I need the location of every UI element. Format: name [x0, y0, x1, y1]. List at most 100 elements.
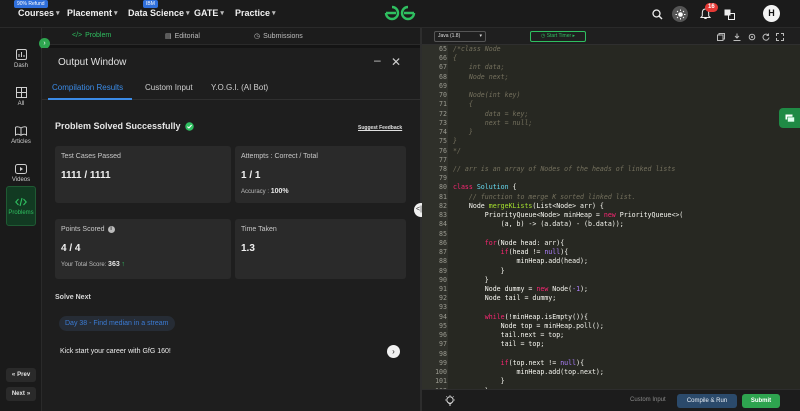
promo-arrow-button[interactable]: › [387, 345, 400, 358]
code-token: Node next; [453, 72, 509, 81]
download-icon[interactable] [732, 32, 741, 41]
translate-icon[interactable] [721, 6, 737, 22]
code-line[interactable]: 71 { [422, 100, 800, 109]
code-line[interactable]: 72 data = key; [422, 110, 800, 119]
points-label: Points Scored [61, 226, 105, 233]
tab-custom-input[interactable]: Custom Input [145, 83, 193, 92]
nav-practice[interactable]: Practice ▾ [235, 8, 276, 18]
code-line[interactable]: 100 minHeap.add(top.next); [422, 368, 800, 377]
code-line[interactable]: 78 // arr is an array of Nodes of the hea… [422, 165, 800, 174]
start-timer-button[interactable]: ◷ Start Timer ▸ [530, 31, 586, 42]
tab-compilation-results[interactable]: Compilation Results [52, 83, 123, 92]
tab-submissions[interactable]: ◷ Submissions [254, 32, 303, 41]
code-token: null [560, 358, 577, 367]
lightbulb-icon[interactable] [444, 395, 456, 407]
code-text: (a, b) -> (a.data) - (b.data)); [453, 220, 624, 229]
code-line[interactable]: 91 Node dummy = new Node(-1); [422, 285, 800, 294]
code-line[interactable]: 80 class Solution { [422, 183, 800, 192]
code-token: Node top = minHeap.poll(); [453, 321, 604, 330]
language-select[interactable]: Java (1.8) ▾ [434, 31, 486, 42]
code-line[interactable]: 70 Node(int key) [422, 91, 800, 100]
copy-icon[interactable] [716, 32, 725, 41]
info-icon[interactable]: i [107, 226, 115, 233]
code-line[interactable]: 77 [422, 156, 800, 165]
code-line[interactable]: 85 [422, 230, 800, 239]
tab-editorial[interactable]: ▤ Editorial [165, 32, 200, 41]
code-line[interactable]: 67 int data; [422, 63, 800, 72]
code-line[interactable]: 89 } [422, 267, 800, 276]
code-line[interactable]: 73 next = null; [422, 119, 800, 128]
sidebar-item-all[interactable]: All [6, 78, 36, 116]
code-line[interactable]: 97 tail = top; [422, 340, 800, 349]
code-area[interactable]: 65/*class Node 66{67 int data; 68 Node nex… [422, 45, 800, 389]
code-line[interactable]: 99 if(top.next != null){ [422, 359, 800, 368]
nav-gate[interactable]: GATE ▾ [194, 8, 224, 18]
custom-input-toggle[interactable]: Custom Input [630, 397, 666, 403]
code-line[interactable]: 81 // function to merge K sorted linked … [422, 193, 800, 202]
submit-button[interactable]: Submit [742, 394, 780, 408]
chat-widget-button[interactable] [779, 108, 800, 128]
code-line[interactable]: 75} [422, 137, 800, 146]
search-icon[interactable] [649, 6, 665, 22]
attempts-label: Attempts : Correct / Total [241, 153, 318, 160]
code-line[interactable]: 101 } [422, 377, 800, 386]
line-number: 88 [439, 257, 447, 266]
avatar[interactable]: H [763, 5, 780, 22]
tab-problem[interactable]: </> Problem [72, 32, 111, 39]
code-line[interactable]: 74 } [422, 128, 800, 137]
code-line[interactable]: 86 for(Node head: arr){ [422, 239, 800, 248]
nav-courses[interactable]: Courses ▾ [18, 8, 60, 18]
minimize-icon[interactable]: – [374, 53, 381, 67]
line-number: 87 [439, 248, 447, 257]
code-text: // function to merge K sorted linked lis… [453, 193, 636, 202]
compile-run-button[interactable]: Compile & Run [677, 394, 737, 408]
code-line[interactable]: 68 Node next; [422, 73, 800, 82]
code-line[interactable]: 79 [422, 174, 800, 183]
code-line[interactable]: 83 PriorityQueue<Node> minHeap = new Pri… [422, 211, 800, 220]
nav-placement[interactable]: Placement ▾ [67, 8, 118, 18]
code-line[interactable]: 88 minHeap.add(head); [422, 257, 800, 266]
settings-icon[interactable] [747, 32, 756, 41]
prev-button[interactable]: « Prev [6, 368, 36, 382]
code-line[interactable]: 87 if(head != null){ [422, 248, 800, 257]
code-line[interactable]: 95 Node top = minHeap.poll(); [422, 322, 800, 331]
code-line[interactable]: 94 while(!minHeap.isEmpty()){ [422, 313, 800, 322]
left-sidebar: Dash All Articles Videos Problems « Prev… [0, 28, 42, 411]
line-number: 100 [435, 368, 447, 377]
sidebar-item-dash[interactable]: Dash [6, 40, 36, 78]
suggest-feedback-link[interactable]: Suggest Feedback [358, 125, 402, 131]
code-line[interactable]: 76 */ [422, 147, 800, 156]
gfg-logo[interactable] [383, 4, 417, 22]
code-line[interactable]: 69 [422, 82, 800, 91]
code-text: data = key; [453, 110, 529, 119]
code-line[interactable]: 98 [422, 350, 800, 359]
nav-data-science[interactable]: Data Science ▾ [128, 8, 190, 18]
line-number: 80 [439, 183, 447, 192]
code-line[interactable]: 84 (a, b) -> (a.data) - (b.data)); [422, 220, 800, 229]
sidebar-item-problems[interactable]: Problems [6, 186, 36, 226]
code-text: Node(int key) [453, 91, 521, 100]
code-line[interactable]: 82 Node mergeKLists(List<Node> arr) { [422, 202, 800, 211]
code-token: next = null; [453, 118, 533, 127]
close-icon[interactable]: ✕ [391, 55, 401, 69]
reset-icon[interactable] [761, 32, 770, 41]
fullscreen-icon[interactable] [775, 32, 784, 41]
sun-icon[interactable] [672, 6, 688, 22]
status-heading: Problem Solved Successfully [55, 121, 194, 131]
line-number: 83 [439, 211, 447, 220]
code-line[interactable]: 92 Node tail = dummy; [422, 294, 800, 303]
code-token: int data; [453, 63, 505, 72]
arrow-up-icon: ↑ [121, 261, 125, 268]
sidebar-item-articles[interactable]: Articles [6, 116, 36, 154]
code-line[interactable]: 65 /*class Node [422, 45, 800, 54]
next-button[interactable]: Next » [6, 387, 36, 401]
video-icon [15, 163, 27, 174]
code-line[interactable]: 90 } [422, 276, 800, 285]
code-line[interactable]: 96 tail.next = top; [422, 331, 800, 340]
editor-toolbar: Java (1.8) ▾ ◷ Start Timer ▸ [422, 28, 800, 45]
code-line[interactable]: 93 [422, 303, 800, 312]
code-line[interactable]: 66 { [422, 54, 800, 63]
next-problem-chip[interactable]: Day 38 - Find median in a stream [59, 316, 175, 331]
code-text: Node tail = dummy; [453, 294, 556, 303]
tab-yogi-ai-bot[interactable]: Y.O.G.I. (AI Bot) [211, 83, 268, 92]
